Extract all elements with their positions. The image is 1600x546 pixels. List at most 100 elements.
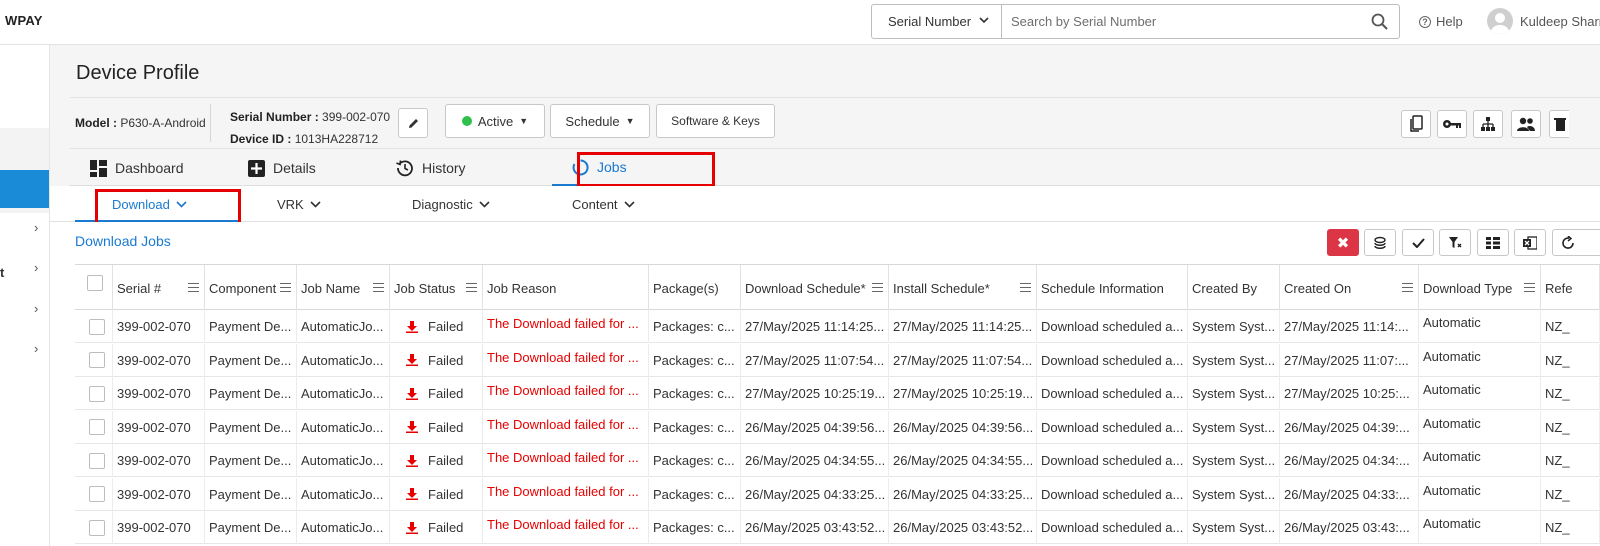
cell-text: Download scheduled a... xyxy=(1041,453,1184,468)
column-header[interactable]: Component xyxy=(205,265,297,311)
cell-text: 399-002-070 xyxy=(117,386,191,401)
table-row[interactable]: 399-002-070 Payment De... AutomaticJo... Fa… xyxy=(75,410,1600,444)
column-header[interactable]: Job Name xyxy=(297,265,390,311)
table-cell: 27/May/2025 11:07:... xyxy=(1280,343,1419,377)
column-header[interactable]: Refe xyxy=(1541,265,1600,311)
hierarchy-button[interactable] xyxy=(1473,110,1503,138)
column-header-label: Created On xyxy=(1284,280,1352,296)
chevron-right-icon[interactable]: › xyxy=(34,220,38,235)
table-cell: Download scheduled a... xyxy=(1037,377,1188,410)
cell-text: NZ_ xyxy=(1545,319,1570,334)
column-header[interactable]: Download Schedule* xyxy=(741,265,889,311)
cell-text: 26/May/2025 04:33:25... xyxy=(745,486,886,502)
table-row[interactable]: 399-002-070 Payment De... AutomaticJo... Fa… xyxy=(75,477,1600,511)
search-input[interactable] xyxy=(1002,5,1359,38)
column-menu-icon[interactable] xyxy=(872,283,883,292)
schedule-dropdown[interactable]: Schedule ▼ xyxy=(550,104,650,138)
table-cell: 27/May/2025 11:07:54... xyxy=(741,343,889,377)
cell-text: 27/May/2025 11:14:25... xyxy=(745,319,885,334)
cell-text: 27/May/2025 11:07:54... xyxy=(745,352,885,368)
key-button[interactable] xyxy=(1437,110,1467,138)
select-all-checkbox[interactable] xyxy=(87,275,103,291)
chevron-right-icon[interactable]: › xyxy=(34,301,38,316)
column-header[interactable]: Created On xyxy=(1280,265,1419,311)
table-cell: 399-002-070 xyxy=(113,377,205,410)
serial-value: 399-002-070 xyxy=(322,110,391,124)
device-icon xyxy=(1410,115,1423,132)
tab-details[interactable]: Details xyxy=(248,150,398,186)
column-menu-icon[interactable] xyxy=(373,283,384,292)
row-checkbox[interactable] xyxy=(89,385,105,402)
sidebar-item-active[interactable] xyxy=(0,170,49,208)
column-header-label: Serial # xyxy=(117,280,162,296)
users-icon xyxy=(1517,117,1535,131)
row-checkbox[interactable] xyxy=(89,519,105,536)
search-icon[interactable] xyxy=(1359,5,1399,38)
model-label: Model : xyxy=(75,116,117,130)
column-header[interactable]: Download Type xyxy=(1419,265,1541,311)
table-cell: 27/May/2025 11:14:25... xyxy=(889,310,1037,343)
column-header[interactable]: Job Reason xyxy=(483,265,649,311)
edit-button[interactable] xyxy=(398,108,428,138)
column-header-label: Job Status xyxy=(394,280,456,296)
row-checkbox[interactable] xyxy=(89,452,105,469)
subtab-content[interactable]: Content xyxy=(572,186,635,222)
export-excel-button[interactable] xyxy=(1514,229,1546,256)
subtab-vrk[interactable]: VRK xyxy=(277,186,321,222)
column-menu-icon[interactable] xyxy=(280,283,291,292)
software-keys-button[interactable]: Software & Keys xyxy=(656,104,775,138)
row-checkbox[interactable] xyxy=(89,352,105,368)
download-failed-icon xyxy=(406,421,418,433)
cell-text: NZ_ xyxy=(1545,419,1570,435)
column-menu-icon[interactable] xyxy=(1020,283,1031,292)
row-checkbox[interactable] xyxy=(89,419,105,435)
help-link[interactable]: ? Help xyxy=(1419,14,1463,29)
column-header[interactable]: Package(s) xyxy=(649,265,741,311)
table-row[interactable]: 399-002-070 Payment De... AutomaticJo... Fa… xyxy=(75,511,1600,544)
cancel-job-button[interactable]: ✖ xyxy=(1327,229,1359,256)
chevron-right-icon[interactable]: › xyxy=(34,341,38,356)
cell-text: 26/May/2025 04:33:25... xyxy=(893,486,1034,502)
search-type-select[interactable]: Serial Number xyxy=(872,5,1002,38)
subtab-diagnostic[interactable]: Diagnostic xyxy=(412,186,490,222)
device-copy-button[interactable] xyxy=(1401,110,1431,138)
table-cell: 399-002-070 xyxy=(113,511,205,544)
status-dropdown[interactable]: Active ▼ xyxy=(445,104,545,138)
table-header: Serial # Component Job Name Job Status Job R… xyxy=(75,264,1600,311)
row-checkbox[interactable] xyxy=(89,318,105,335)
table-row[interactable]: 399-002-070 Payment De... AutomaticJo... Fa… xyxy=(75,377,1600,410)
column-header-label: Job Name xyxy=(301,280,361,296)
table-cell: 27/May/2025 11:07:54... xyxy=(889,343,1037,377)
table-cell: Packages: c... xyxy=(649,310,741,343)
filter-clear-button[interactable] xyxy=(1364,229,1396,256)
column-header[interactable]: Install Schedule* xyxy=(889,265,1037,311)
users-button[interactable] xyxy=(1511,110,1541,138)
jobs-tab-highlight xyxy=(577,152,715,187)
tab-history[interactable]: History xyxy=(396,150,546,186)
column-menu-icon[interactable] xyxy=(188,283,199,292)
column-menu-icon[interactable] xyxy=(466,283,477,292)
column-header[interactable]: Schedule Information xyxy=(1037,265,1188,311)
column-header[interactable]: Created By xyxy=(1188,265,1280,311)
column-header[interactable]: Serial # xyxy=(113,265,205,311)
cell-text: Failed xyxy=(428,352,464,368)
brand-logo[interactable]: WPAY xyxy=(5,13,43,28)
help-icon: ? xyxy=(1419,15,1431,28)
refresh-button[interactable] xyxy=(1552,229,1600,256)
cell-text: Packages: c... xyxy=(653,352,735,368)
columns-button[interactable] xyxy=(1477,229,1509,256)
column-header[interactable]: Job Status xyxy=(390,265,483,311)
tab-dashboard[interactable]: Dashboard xyxy=(90,150,250,186)
user-menu[interactable]: Kuldeep Sharr xyxy=(1487,8,1600,34)
table-row[interactable]: 399-002-070 Payment De... AutomaticJo... Fa… xyxy=(75,343,1600,377)
column-filter-button[interactable] xyxy=(1439,229,1471,256)
row-checkbox[interactable] xyxy=(89,486,105,502)
cell-text: System Syst... xyxy=(1192,386,1276,401)
chevron-right-icon[interactable]: › xyxy=(34,260,38,275)
select-button[interactable] xyxy=(1402,229,1434,256)
table-row[interactable]: 399-002-070 Payment De... AutomaticJo... Fa… xyxy=(75,444,1600,477)
delete-button[interactable] xyxy=(1549,110,1569,138)
table-row[interactable]: 399-002-070 Payment De... AutomaticJo... Fa… xyxy=(75,310,1600,343)
column-menu-icon[interactable] xyxy=(1524,283,1535,292)
column-menu-icon[interactable] xyxy=(1402,283,1413,292)
